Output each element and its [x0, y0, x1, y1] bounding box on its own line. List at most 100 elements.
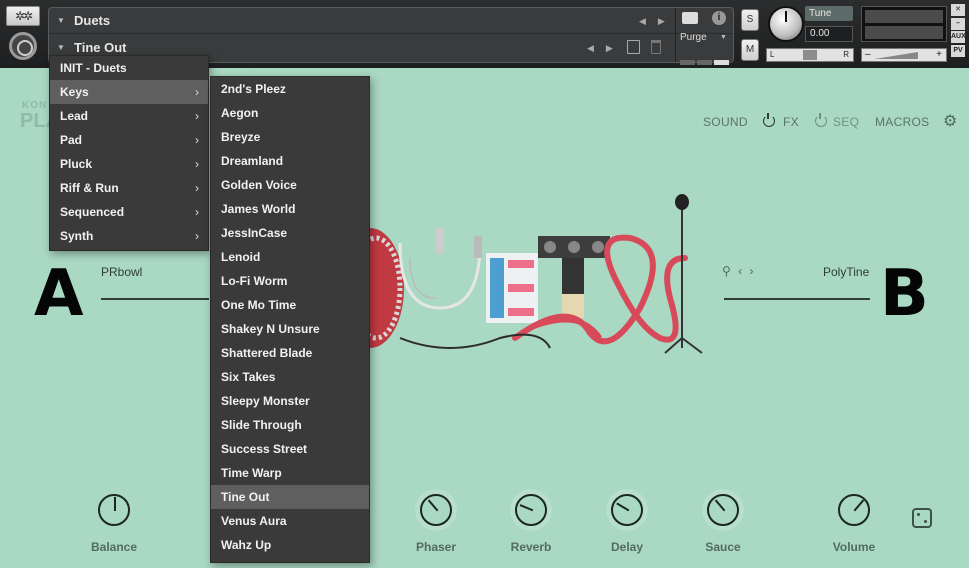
menu-item-tine-out[interactable]: Tine Out [211, 485, 369, 509]
nav-seq[interactable]: SEQ [833, 115, 859, 129]
slot-b-letter: B [880, 257, 929, 331]
menu-item-lo-fi-worm[interactable]: Lo-Fi Worm [211, 269, 369, 293]
snapshot-box: i Purge ▼ [675, 8, 735, 65]
aux-button[interactable]: AUX [951, 31, 966, 43]
menu-item-lead[interactable]: Lead › [50, 104, 208, 128]
pan-right-label: R [843, 50, 849, 59]
phaser-control: Phaser [396, 494, 476, 554]
nav-sound[interactable]: SOUND [703, 115, 748, 129]
menu-item-label: INIT - Duets [60, 61, 127, 75]
tune-label: Tune [805, 6, 853, 21]
menu-item-label: Pad [60, 133, 83, 147]
volume-plus[interactable]: + [936, 49, 942, 61]
slot-b-icons[interactable]: ⚲ ‹ › [722, 264, 755, 278]
mute-button[interactable]: M [741, 39, 759, 61]
pan-slider[interactable]: L R [766, 48, 854, 62]
volume-minus[interactable]: – [865, 49, 871, 61]
menu-item-keys[interactable]: Keys › [50, 80, 208, 104]
volume-slider[interactable]: – + [861, 48, 947, 62]
menu-item-label: Lead [60, 109, 89, 123]
fx-power-icon[interactable] [763, 113, 775, 127]
balance-knob[interactable] [98, 494, 130, 526]
solo-button[interactable]: S [741, 9, 759, 31]
menu-item-james-world[interactable]: James World [211, 197, 369, 221]
menu-item-pad[interactable]: Pad › [50, 128, 208, 152]
menu-item-aegon[interactable]: Aegon [211, 101, 369, 125]
menu-item-jessincase[interactable]: JessInCase [211, 221, 369, 245]
volume-ramp [874, 52, 918, 59]
menu-item-golden-voice[interactable]: Golden Voice [211, 173, 369, 197]
purge-caret-icon[interactable]: ▼ [720, 34, 727, 41]
menu-item-venus-aura[interactable]: Venus Aura [211, 509, 369, 533]
delay-control: Delay [587, 494, 667, 554]
pan-handle[interactable] [803, 50, 817, 60]
purge-dropdown[interactable]: Purge [680, 32, 707, 43]
instrument-row: ▼ Duets ◀▶ [49, 8, 733, 34]
delay-label: Delay [610, 540, 644, 554]
slot-a-letter: A [34, 257, 84, 331]
preset-category-menu: INIT - Duets Keys › Lead › Pad › Pluck › Riff & R… [49, 55, 209, 251]
menu-item-riff-run[interactable]: Riff & Run › [50, 176, 208, 200]
menu-item-shakey-n-unsure[interactable]: Shakey N Unsure [211, 317, 369, 341]
pv-button[interactable]: PV [951, 45, 965, 57]
menu-item-success-street[interactable]: Success Street [211, 437, 369, 461]
menu-item-six-takes[interactable]: Six Takes [211, 365, 369, 389]
chevron-right-icon: › [195, 85, 199, 99]
balance-control: Balance [74, 494, 154, 554]
collapse-caret-icon[interactable]: ▼ [57, 8, 65, 34]
reverb-knob[interactable] [515, 494, 547, 526]
menu-item-lenoid[interactable]: Lenoid [211, 245, 369, 269]
gear-icon[interactable]: ⚙ [943, 114, 959, 130]
instrument-title: Duets [74, 13, 111, 28]
sauce-knob[interactable] [707, 494, 739, 526]
chevron-right-icon: › [195, 229, 199, 243]
menu-item-one-mo-time[interactable]: One Mo Time [211, 293, 369, 317]
tool-icon[interactable]: ✲✲ [6, 6, 40, 26]
chevron-right-icon: › [195, 205, 199, 219]
volume-knob[interactable] [838, 494, 870, 526]
menu-item-2nd-s-pleez[interactable]: 2nd's Pleez [211, 77, 369, 101]
preset-submenu: 2nd's Pleez Aegon Breyze Dreamland Golden Vo… [210, 76, 370, 563]
nav-fx[interactable]: FX [783, 115, 799, 129]
nav-macros[interactable]: MACROS [875, 115, 929, 129]
tune-knob[interactable] [768, 6, 804, 42]
info-icon[interactable]: i [712, 11, 726, 25]
menu-item-label: Synth [60, 229, 94, 243]
menu-item-sequenced[interactable]: Sequenced › [50, 200, 208, 224]
instrument-nav-arrows[interactable]: ◀▶ [639, 8, 677, 34]
menu-item-init-duets[interactable]: INIT - Duets [50, 56, 208, 80]
save-icon[interactable] [627, 40, 640, 54]
menu-item-dreamland[interactable]: Dreamland [211, 149, 369, 173]
kontakt-logo-icon[interactable] [9, 32, 37, 60]
menu-item-time-warp[interactable]: Time Warp [211, 461, 369, 485]
menu-item-shattered-blade[interactable]: Shattered Blade [211, 341, 369, 365]
duets-artwork [340, 194, 703, 354]
slot-a-name[interactable]: PRbowl [101, 265, 142, 279]
camera-icon[interactable] [682, 12, 698, 24]
memory-meter [680, 52, 732, 65]
menu-item-label: Sequenced [60, 205, 125, 219]
menu-item-sleepy-monster[interactable]: Sleepy Monster [211, 389, 369, 413]
menu-item-slide-through[interactable]: Slide Through [211, 413, 369, 437]
volume-label: Volume [832, 540, 876, 554]
chevron-right-icon: › [195, 133, 199, 147]
menu-item-breyze[interactable]: Breyze [211, 125, 369, 149]
balance-label: Balance [90, 540, 138, 554]
slot-b-name[interactable]: PolyTine [823, 265, 869, 279]
sauce-label: Sauce [705, 540, 741, 554]
menu-item-wahz-up[interactable]: Wahz Up [211, 533, 369, 557]
minimize-icon[interactable]: – [951, 18, 965, 30]
chevron-right-icon: › [195, 109, 199, 123]
close-icon[interactable]: ✕ [951, 4, 965, 16]
trash-icon[interactable] [651, 40, 661, 54]
delay-knob[interactable] [611, 494, 643, 526]
dice-icon[interactable] [912, 508, 932, 528]
menu-item-synth[interactable]: Synth › [50, 224, 208, 248]
chevron-right-icon: › [195, 157, 199, 171]
tune-value[interactable]: 0.00 [805, 26, 853, 42]
phaser-knob[interactable] [420, 494, 452, 526]
preset-nav-arrows[interactable]: ◀▶ [587, 35, 625, 61]
seq-power-icon[interactable] [815, 113, 827, 127]
menu-item-pluck[interactable]: Pluck › [50, 152, 208, 176]
reverb-label: Reverb [510, 540, 552, 554]
